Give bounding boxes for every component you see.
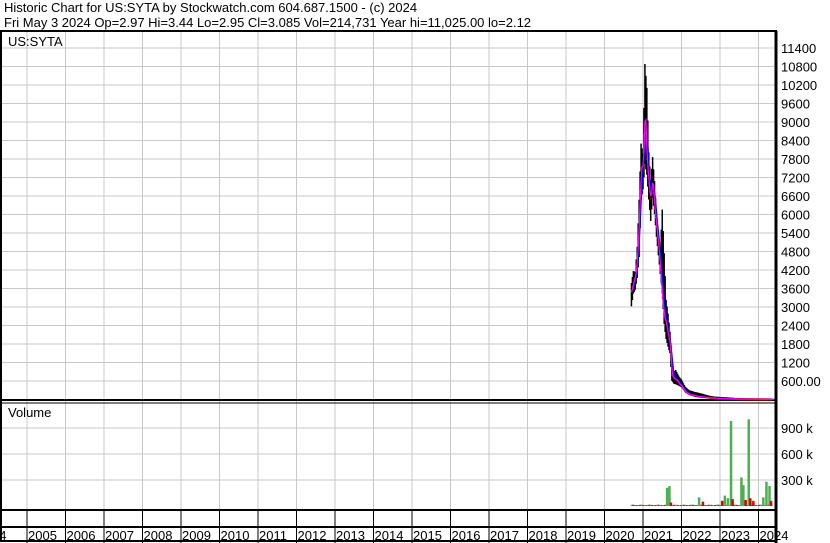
volume-tick-label: 300 k xyxy=(781,473,813,488)
year-tick-label: 2007 xyxy=(105,528,134,543)
price-tick-label: 7800 xyxy=(781,152,810,167)
price-tick-label: 10200 xyxy=(781,78,817,93)
volume-bar xyxy=(723,495,727,506)
price-tick-label: 4200 xyxy=(781,263,810,278)
volume-bar xyxy=(752,500,755,506)
price-tick-label: 6000 xyxy=(781,208,810,223)
price-tick-label: 9000 xyxy=(781,115,810,130)
volume-bar xyxy=(729,421,733,506)
volume-bar xyxy=(669,502,673,506)
price-tick-label: 7200 xyxy=(781,171,810,186)
year-tick-label: 2020 xyxy=(606,528,635,543)
volume-bar xyxy=(749,498,752,506)
volume-label: Volume xyxy=(8,405,51,420)
price-tick-label: 1800 xyxy=(781,337,810,352)
price-tick-label: 2400 xyxy=(781,319,810,334)
volume-bar xyxy=(697,497,701,506)
price-tick-label: 600.00 xyxy=(781,374,821,389)
year-tick-label: 2005 xyxy=(28,528,57,543)
year-tick-label: 2008 xyxy=(144,528,173,543)
volume-bar xyxy=(744,499,747,506)
year-tick-label: 2010 xyxy=(221,528,250,543)
volume-bar xyxy=(762,497,765,506)
volume-tick-label: 600 k xyxy=(781,447,813,462)
price-tick-label: 10800 xyxy=(781,60,817,75)
price-tick-label: 8400 xyxy=(781,134,810,149)
volume-bar xyxy=(742,485,745,506)
price-tick-label: 1200 xyxy=(781,356,810,371)
price-tick-label: 3000 xyxy=(781,300,810,315)
year-tick-label: 2021 xyxy=(644,528,673,543)
volume-bar xyxy=(665,487,669,506)
year-tick-label: 2009 xyxy=(182,528,211,543)
chart-window: Historic Chart for US:SYTA by Stockwatch… xyxy=(0,0,830,543)
year-tick-label: 2006 xyxy=(67,528,96,543)
year-tick-label: 2023 xyxy=(721,528,750,543)
year-tick-label: 2018 xyxy=(529,528,558,543)
price-tick-label: 4800 xyxy=(781,245,810,260)
year-tick-label: 2004 xyxy=(0,528,6,543)
year-tick-label: 2019 xyxy=(567,528,596,543)
price-tick-label: 11400 xyxy=(781,41,816,56)
volume-bar xyxy=(720,500,724,506)
year-tick-label: 2013 xyxy=(336,528,365,543)
volume-tick-label: 900 k xyxy=(781,421,813,436)
volume-bar xyxy=(701,501,705,506)
price-tick-label: 3600 xyxy=(781,282,810,297)
year-tick-label: 2024 xyxy=(760,528,789,543)
volume-bar xyxy=(769,500,773,506)
price-tick-label: 5400 xyxy=(781,226,810,241)
year-tick-label: 2015 xyxy=(413,528,442,543)
volume-bar xyxy=(747,419,750,506)
symbol-label: US:SYTA xyxy=(8,34,63,49)
chart-frame xyxy=(0,30,777,542)
price-tick-label: 6600 xyxy=(781,189,810,204)
volume-bar xyxy=(726,498,730,506)
year-tick-label: 2014 xyxy=(375,528,404,543)
price-tick-label: 9600 xyxy=(781,97,810,112)
year-tick-label: 2017 xyxy=(490,528,519,543)
year-tick-label: 2016 xyxy=(452,528,481,543)
volume-bar xyxy=(731,499,734,506)
price-volume-chart: US:SYTA Volume 11400 10800 10200 9600 9000 8400… xyxy=(0,30,821,543)
year-tick-label: 2022 xyxy=(683,528,712,543)
volume-bar xyxy=(765,481,768,506)
year-tick-label: 2012 xyxy=(298,528,327,543)
year-tick-label: 2011 xyxy=(259,528,287,543)
